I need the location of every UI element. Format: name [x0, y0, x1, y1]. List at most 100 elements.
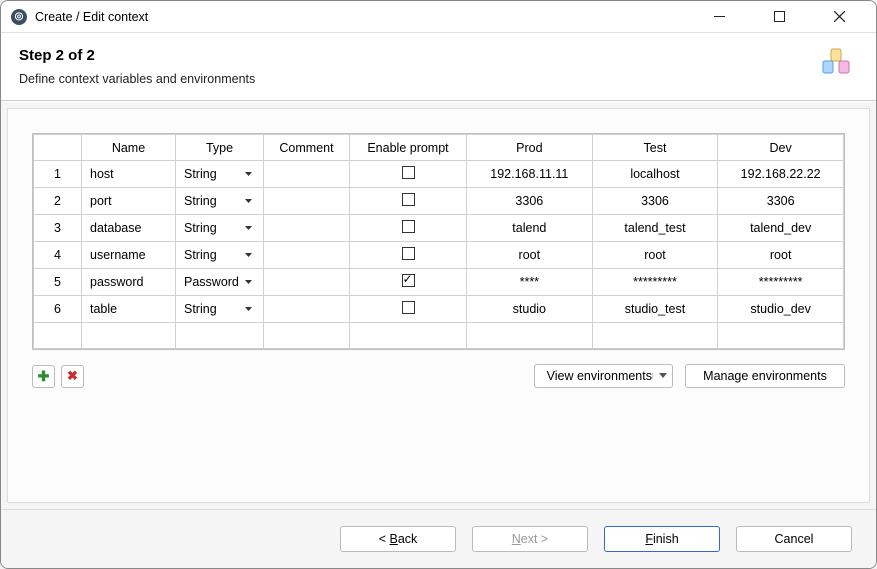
name-cell[interactable]: table	[82, 296, 176, 323]
chevron-down-icon	[245, 172, 252, 177]
env-dev-cell[interactable]: 192.168.22.22	[718, 161, 844, 188]
env-dev-cell[interactable]: root	[718, 242, 844, 269]
type-cell[interactable]: String	[176, 296, 264, 323]
comment-cell[interactable]	[264, 296, 350, 323]
back-button[interactable]: < Back	[340, 526, 456, 552]
env-test-cell[interactable]: studio_test	[592, 296, 718, 323]
prompt-cell[interactable]	[350, 242, 467, 269]
row-num: 2	[34, 188, 82, 215]
table-row[interactable]: 6tableStringstudiostudio_teststudio_dev	[34, 296, 844, 323]
view-environments-dropdown[interactable]	[652, 373, 672, 379]
table-row[interactable]: 3databaseStringtalendtalend_testtalend_d…	[34, 215, 844, 242]
col-header-comment[interactable]: Comment	[264, 135, 350, 161]
wizard-header: Step 2 of 2 Define context variables and…	[1, 33, 876, 101]
view-environments-label: View environments	[547, 369, 652, 383]
env-prod-cell[interactable]: 3306	[467, 188, 593, 215]
env-prod-cell[interactable]: studio	[467, 296, 593, 323]
context-icon	[822, 47, 858, 82]
table-row[interactable]: 1hostString192.168.11.11localhost192.168…	[34, 161, 844, 188]
prompt-cell[interactable]	[350, 296, 467, 323]
chevron-down-icon	[245, 253, 252, 258]
table-row[interactable]: 2portString330633063306	[34, 188, 844, 215]
name-cell[interactable]: database	[82, 215, 176, 242]
prompt-checkbox[interactable]	[402, 166, 415, 179]
add-row-button[interactable]: ✚	[32, 365, 55, 388]
col-header-name[interactable]: Name	[82, 135, 176, 161]
type-cell[interactable]: String	[176, 215, 264, 242]
finish-button[interactable]: Finish	[604, 526, 720, 552]
col-header-prod[interactable]: Prod	[467, 135, 593, 161]
comment-cell[interactable]	[264, 215, 350, 242]
name-cell[interactable]: port	[82, 188, 176, 215]
type-cell[interactable]: Password	[176, 269, 264, 296]
env-test-cell[interactable]: *********	[592, 269, 718, 296]
comment-cell[interactable]	[264, 161, 350, 188]
prompt-cell[interactable]	[350, 161, 467, 188]
row-num: 4	[34, 242, 82, 269]
type-cell[interactable]: String	[176, 161, 264, 188]
prompt-cell[interactable]	[350, 269, 467, 296]
env-prod-cell[interactable]: ****	[467, 269, 593, 296]
type-cell[interactable]: String	[176, 242, 264, 269]
env-test-cell[interactable]: root	[592, 242, 718, 269]
col-header-type[interactable]: Type	[176, 135, 264, 161]
env-prod-cell[interactable]: root	[467, 242, 593, 269]
step-description: Define context variables and environment…	[19, 72, 255, 86]
prompt-cell[interactable]	[350, 215, 467, 242]
step-title: Step 2 of 2	[19, 47, 255, 64]
cancel-button[interactable]: Cancel	[736, 526, 852, 552]
chevron-down-icon	[245, 199, 252, 204]
maximize-button[interactable]	[760, 5, 798, 29]
chevron-down-icon	[245, 226, 252, 231]
row-num: 5	[34, 269, 82, 296]
name-cell[interactable]: username	[82, 242, 176, 269]
dialog-window: ◎ Create / Edit context Step 2 of 2 Defi…	[0, 0, 877, 569]
type-dropdown-button[interactable]	[241, 275, 255, 289]
type-dropdown-button[interactable]	[241, 167, 255, 181]
col-header-prompt[interactable]: Enable prompt	[350, 135, 467, 161]
plus-icon: ✚	[38, 368, 50, 385]
env-dev-cell[interactable]: *********	[718, 269, 844, 296]
prompt-checkbox[interactable]	[402, 274, 415, 287]
close-button[interactable]	[820, 5, 858, 29]
env-prod-cell[interactable]: 192.168.11.11	[467, 161, 593, 188]
table-row[interactable]: 5passwordPassword**********************	[34, 269, 844, 296]
delete-row-button[interactable]: ✖	[61, 365, 84, 388]
wizard-footer: < Back Next > Finish Cancel	[1, 509, 876, 568]
prompt-checkbox[interactable]	[402, 247, 415, 260]
col-header-dev[interactable]: Dev	[718, 135, 844, 161]
table-row[interactable]: 4usernameStringrootrootroot	[34, 242, 844, 269]
type-dropdown-button[interactable]	[241, 248, 255, 262]
prompt-cell[interactable]	[350, 188, 467, 215]
prompt-checkbox[interactable]	[402, 301, 415, 314]
x-icon: ✖	[67, 368, 78, 384]
env-test-cell[interactable]: talend_test	[592, 215, 718, 242]
chevron-down-icon	[659, 373, 667, 379]
type-dropdown-button[interactable]	[241, 302, 255, 316]
comment-cell[interactable]	[264, 188, 350, 215]
manage-environments-button[interactable]: Manage environments	[685, 364, 845, 388]
type-cell[interactable]: String	[176, 188, 264, 215]
minimize-button[interactable]	[700, 5, 738, 29]
type-dropdown-button[interactable]	[241, 194, 255, 208]
prompt-checkbox[interactable]	[402, 193, 415, 206]
manage-environments-label: Manage environments	[703, 369, 827, 383]
view-environments-button[interactable]: View environments	[534, 364, 673, 388]
variables-table: Name Type Comment Enable prompt Prod Tes…	[32, 133, 845, 350]
table-row-empty[interactable]	[34, 323, 844, 349]
comment-cell[interactable]	[264, 242, 350, 269]
comment-cell[interactable]	[264, 269, 350, 296]
name-cell[interactable]: host	[82, 161, 176, 188]
env-dev-cell[interactable]: talend_dev	[718, 215, 844, 242]
col-header-test[interactable]: Test	[592, 135, 718, 161]
env-test-cell[interactable]: 3306	[592, 188, 718, 215]
env-prod-cell[interactable]: talend	[467, 215, 593, 242]
prompt-checkbox[interactable]	[402, 220, 415, 233]
cancel-label: Cancel	[775, 532, 814, 546]
table-header-row: Name Type Comment Enable prompt Prod Tes…	[34, 135, 844, 161]
type-dropdown-button[interactable]	[241, 221, 255, 235]
env-dev-cell[interactable]: studio_dev	[718, 296, 844, 323]
name-cell[interactable]: password	[82, 269, 176, 296]
env-dev-cell[interactable]: 3306	[718, 188, 844, 215]
env-test-cell[interactable]: localhost	[592, 161, 718, 188]
